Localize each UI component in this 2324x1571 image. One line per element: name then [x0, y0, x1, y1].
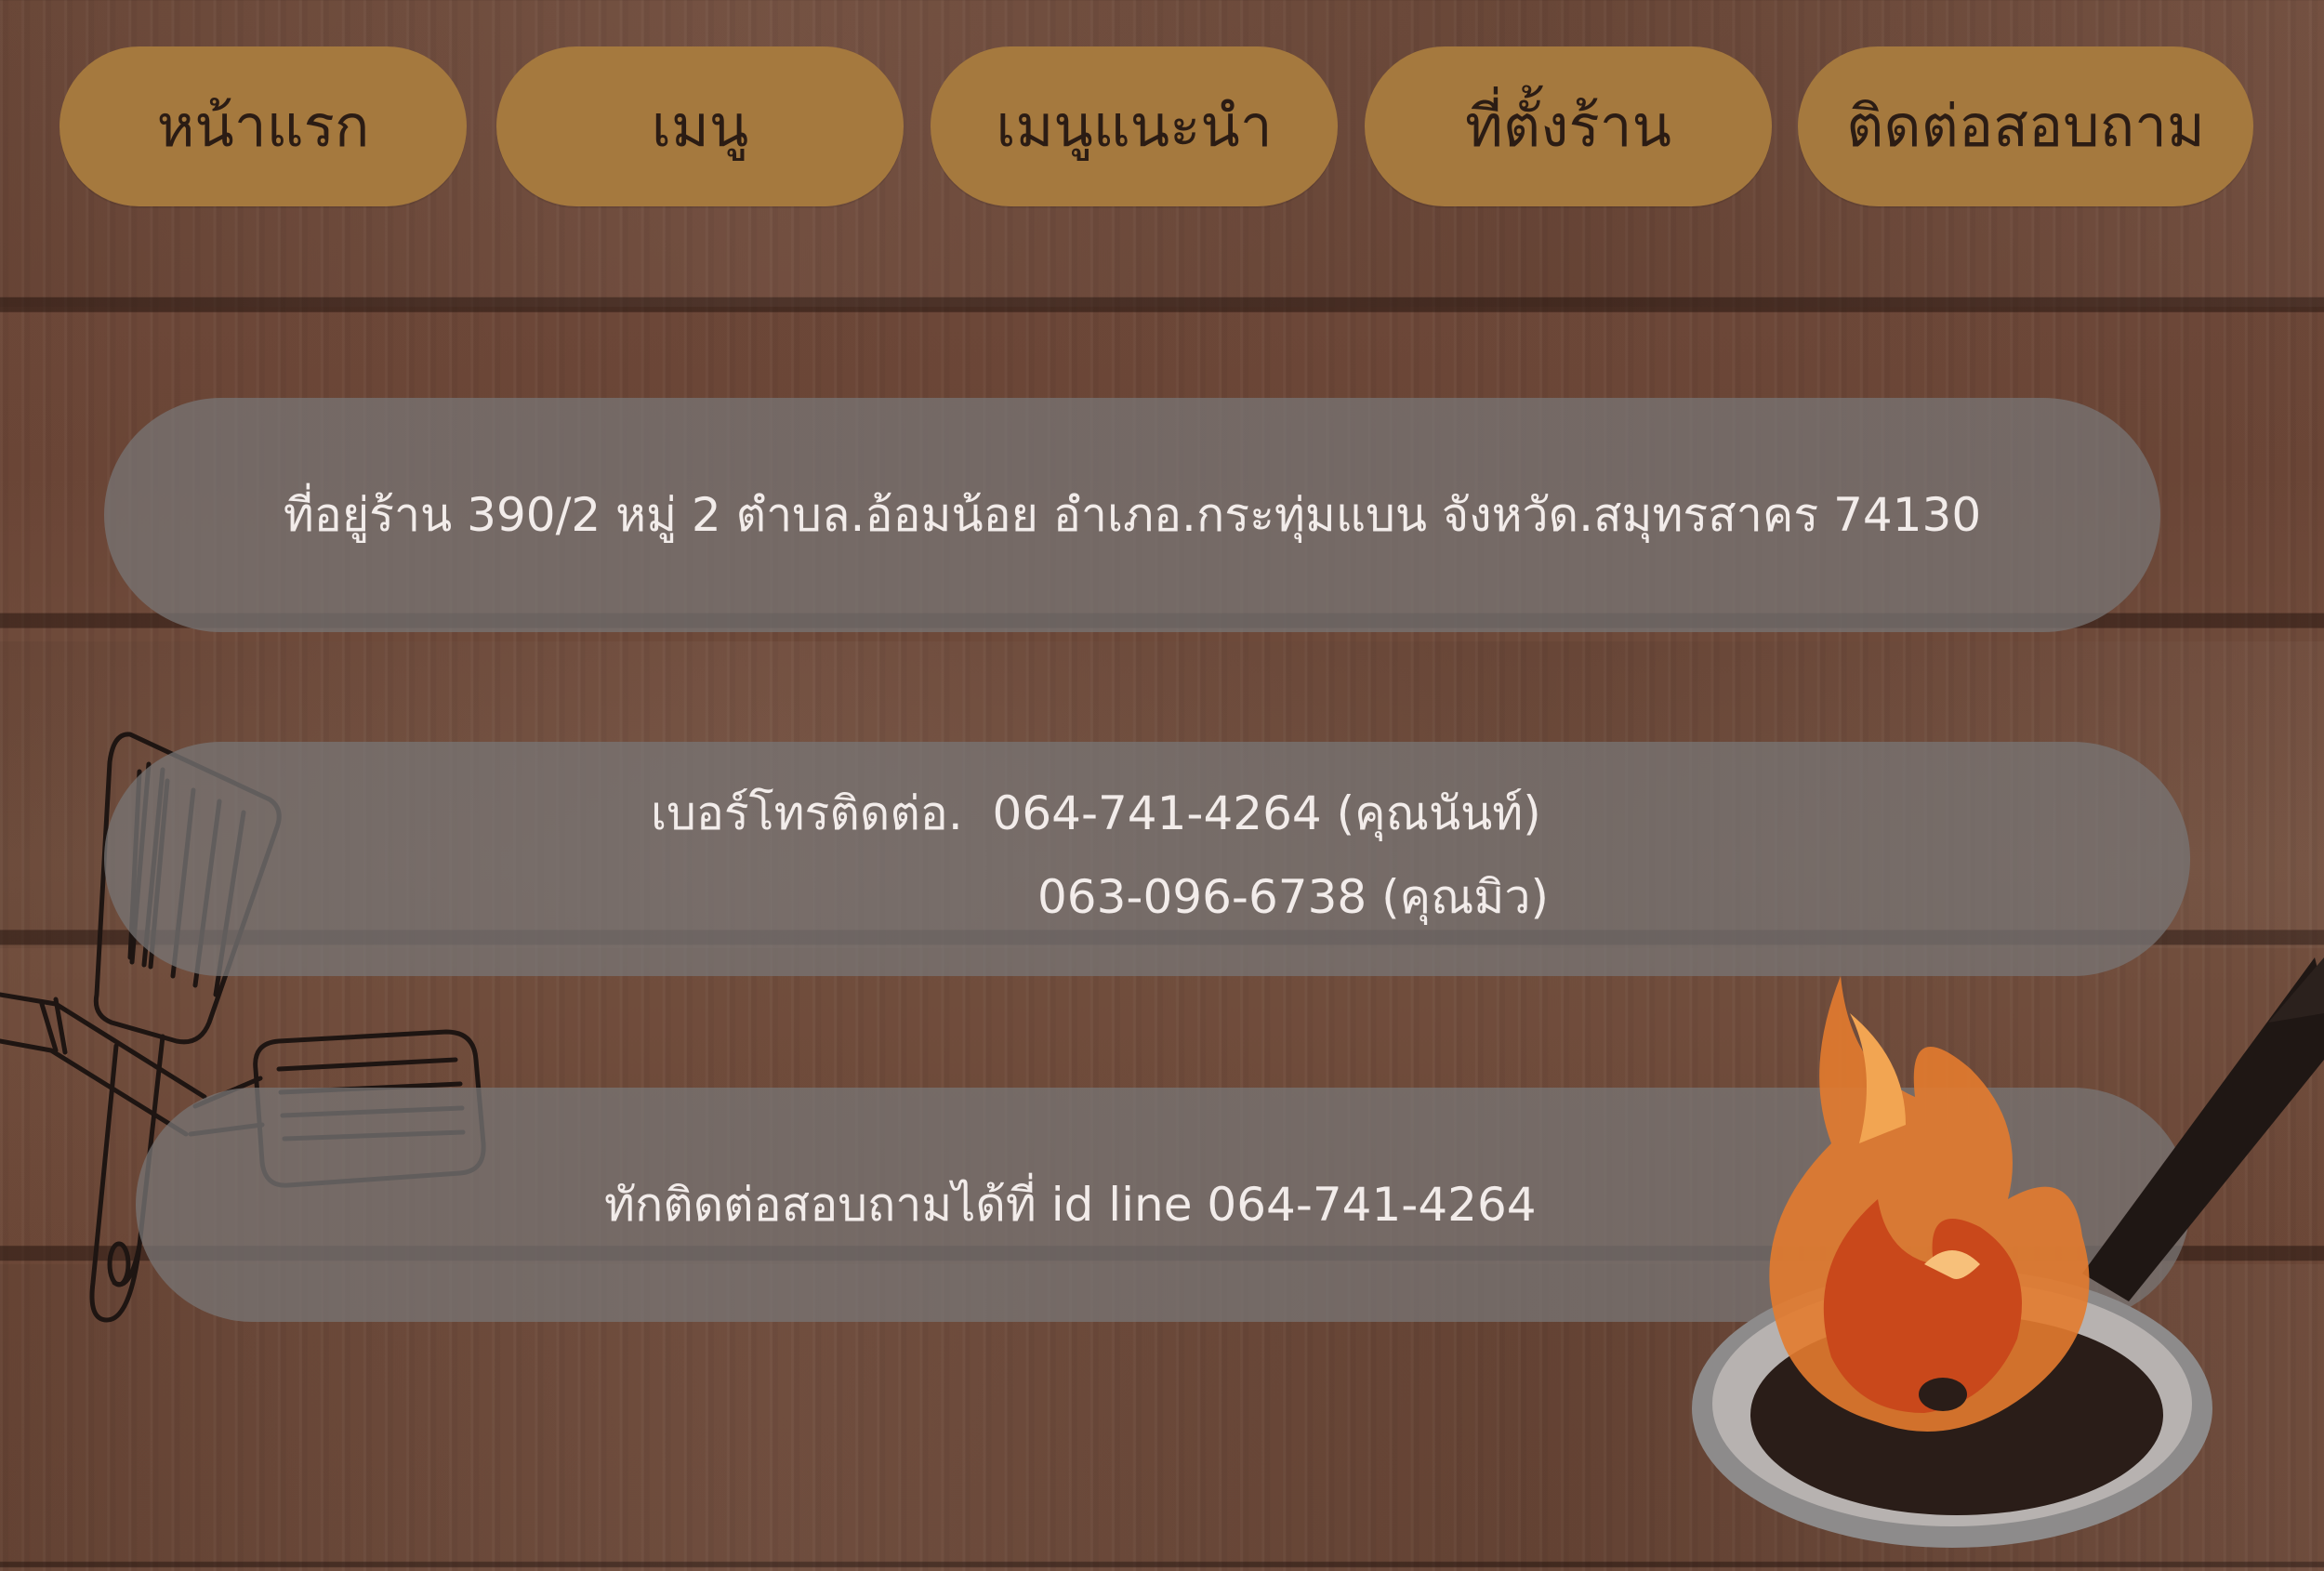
phone-line-1: เบอร์โทรติดต่อ. 064-741-4264 (คุณนันท์)	[651, 777, 1541, 851]
phone-label: เบอร์โทรติดต่อ.	[651, 786, 963, 840]
nav-home-button[interactable]: หน้าแรก	[59, 46, 467, 206]
address-box: ที่อยู่ร้าน 390/2 หมู่ 2 ตำบล.อ้อมน้อย อ…	[104, 398, 2160, 632]
nav-menu-button[interactable]: เมนู	[496, 46, 904, 206]
nav-location-label: ที่ตั้งร้าน	[1465, 92, 1671, 160]
phone-number-2[interactable]: 063-096-6738 (คุณมิว)	[1037, 861, 1549, 934]
nav-recommended-label: เมนูแนะนำ	[996, 92, 1273, 160]
line-id-text[interactable]: ทักติดต่อสอบถามได้ที่ id line 064-741-42…	[604, 1168, 1537, 1242]
nav-location-button[interactable]: ที่ตั้งร้าน	[1365, 46, 1772, 206]
phone-box: เบอร์โทรติดต่อ. 064-741-4264 (คุณนันท์) …	[104, 742, 2190, 976]
nav-recommended-button[interactable]: เมนูแนะนำ	[931, 46, 1338, 206]
main-nav: หน้าแรก เมนู เมนูแนะนำ ที่ตั้งร้าน ติดต่…	[59, 46, 2272, 214]
nav-contact-button[interactable]: ติดต่อสอบถาม	[1798, 46, 2253, 206]
frying-pan-fire-icon	[1692, 957, 2324, 1548]
nav-home-label: หน้าแรก	[156, 92, 370, 160]
nav-menu-label: เมนู	[651, 92, 749, 160]
nav-contact-label: ติดต่อสอบถาม	[1846, 92, 2205, 160]
address-text: ที่อยู่ร้าน 390/2 หมู่ 2 ตำบล.อ้อมน้อย อ…	[283, 487, 1982, 542]
phone-number-1[interactable]: 064-741-4264 (คุณนันท์)	[993, 786, 1541, 840]
